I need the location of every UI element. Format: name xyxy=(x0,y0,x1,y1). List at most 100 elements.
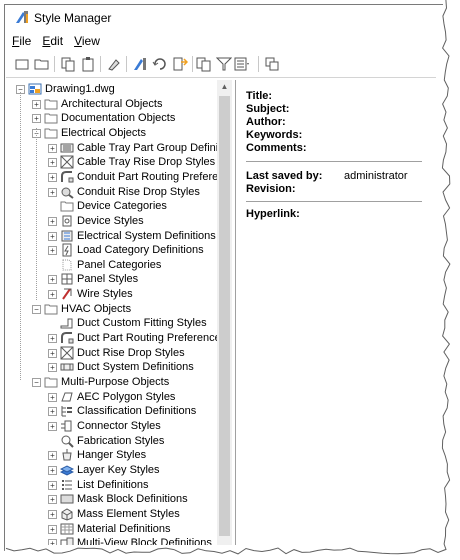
tree-item[interactable]: + Mask Block Definitions xyxy=(12,492,230,507)
tree-item[interactable]: + Layer Key Styles xyxy=(12,463,230,478)
open-icon[interactable] xyxy=(34,56,50,72)
tree-item-label: Device Categories xyxy=(77,200,167,213)
tree-item[interactable]: + Hanger Styles xyxy=(12,448,230,463)
tree-item[interactable]: Duct Custom Fitting Styles xyxy=(12,316,230,331)
expand-toggle-icon[interactable]: + xyxy=(32,99,41,109)
expand-toggle-icon[interactable]: + xyxy=(48,480,57,490)
expand-toggle-icon[interactable]: + xyxy=(48,407,57,417)
tree-item-label: Device Styles xyxy=(77,214,144,227)
title-bar[interactable]: Style Manager xyxy=(6,8,426,28)
expand-toggle-icon[interactable]: + xyxy=(48,275,57,285)
expand-toggle-icon[interactable]: + xyxy=(32,114,41,124)
style-tree[interactable]: − Drawing1.dwg + Architectural Objects + Docu… xyxy=(12,80,230,545)
toggle-view-icon[interactable] xyxy=(264,56,280,72)
tree-item-label: Hanger Styles xyxy=(77,449,147,462)
tree-item[interactable]: + Multi-View Block Definitions xyxy=(12,536,230,545)
style-manager-window: Style Manager File Edit View − Drawing1.dwg… xyxy=(0,0,460,560)
menu-file[interactable]: File xyxy=(12,34,31,48)
copy-icon[interactable] xyxy=(60,56,76,72)
expand-toggle-icon[interactable]: + xyxy=(48,334,57,344)
tree-item[interactable]: + Connector Styles xyxy=(12,419,230,434)
tree-item[interactable]: Panel Categories xyxy=(12,258,230,273)
pane-splitter[interactable] xyxy=(235,80,236,545)
tree-item-label: Conduit Rise Drop Styles xyxy=(77,185,200,198)
expand-toggle-icon[interactable]: + xyxy=(48,363,57,373)
tree-item[interactable]: + Electrical System Definitions xyxy=(12,229,230,244)
collapse-toggle-icon[interactable]: − xyxy=(32,304,41,314)
tree-item[interactable]: + List Definitions xyxy=(12,478,230,493)
expand-toggle-icon[interactable]: + xyxy=(48,539,57,545)
tree-item[interactable]: + Duct Part Routing Preferences xyxy=(12,331,230,346)
tree-item[interactable]: + Wire Styles xyxy=(12,287,230,302)
tree-item[interactable]: + Material Definitions xyxy=(12,522,230,537)
folder-icon xyxy=(44,302,58,316)
tree-item[interactable]: + Mass Element Styles xyxy=(12,507,230,522)
revision-label: Revision: xyxy=(246,183,296,195)
expand-toggle-icon[interactable]: + xyxy=(48,348,57,358)
expand-toggle-icon[interactable]: + xyxy=(48,216,57,226)
tree-item[interactable]: + Panel Styles xyxy=(12,272,230,287)
expand-toggle-icon[interactable]: + xyxy=(48,451,57,461)
tree-item[interactable]: + Device Styles xyxy=(12,214,230,229)
tree-item[interactable]: − Multi-Purpose Objects xyxy=(12,375,230,390)
purge-icon[interactable] xyxy=(106,56,122,72)
expand-toggle-icon[interactable]: + xyxy=(48,158,57,168)
tree-item-label: Load Category Definitions xyxy=(77,244,204,257)
tree-scrollbar[interactable]: ▲ xyxy=(217,80,232,545)
expand-toggle-icon[interactable]: + xyxy=(48,246,57,256)
expand-toggle-icon[interactable]: + xyxy=(48,465,57,475)
tree-item[interactable]: + Architectural Objects xyxy=(12,97,230,112)
import-icon[interactable] xyxy=(172,56,189,72)
tree-item[interactable]: − Drawing1.dwg xyxy=(12,82,230,97)
view-options-icon[interactable] xyxy=(234,56,250,72)
expand-toggle-icon[interactable]: + xyxy=(48,290,57,300)
tree-item-label: Layer Key Styles xyxy=(77,463,160,476)
new-icon[interactable] xyxy=(14,56,30,72)
last-saved-value: administrator xyxy=(344,170,408,182)
expand-toggle-icon[interactable]: + xyxy=(48,231,57,241)
expand-toggle-icon[interactable]: + xyxy=(48,509,57,519)
tree-item[interactable]: Fabrication Styles xyxy=(12,434,230,449)
tree-item[interactable]: + Duct System Definitions xyxy=(12,360,230,375)
scroll-thumb[interactable] xyxy=(219,96,230,536)
expand-toggle-icon[interactable]: + xyxy=(48,172,57,182)
edit-style-icon[interactable] xyxy=(132,56,148,72)
paste-icon[interactable] xyxy=(80,56,96,72)
expand-toggle-icon[interactable]: + xyxy=(48,524,57,534)
tree-item-label: Fabrication Styles xyxy=(77,434,165,447)
tree-item[interactable]: + Documentation Objects xyxy=(12,111,230,126)
tree-item[interactable]: − Electrical Objects xyxy=(12,126,230,141)
tree-item[interactable]: Device Categories xyxy=(12,199,230,214)
filter-icon[interactable] xyxy=(215,56,233,72)
menu-view[interactable]: View xyxy=(74,34,100,48)
tree-item[interactable]: + Cable Tray Rise Drop Styles xyxy=(12,155,230,170)
expand-toggle-icon[interactable]: + xyxy=(48,187,57,197)
tree-item[interactable]: + Cable Tray Part Group Definitions xyxy=(12,141,230,156)
tree-item[interactable]: + Conduit Part Routing Preferences xyxy=(12,170,230,185)
refresh-icon[interactable] xyxy=(152,56,168,72)
toolbar-separator xyxy=(258,56,259,72)
expand-toggle-icon[interactable]: + xyxy=(48,392,57,402)
tree-item[interactable]: + Load Category Definitions xyxy=(12,243,230,258)
tree-item[interactable]: + Conduit Rise Drop Styles xyxy=(12,185,230,200)
scroll-up-arrow-icon[interactable]: ▲ xyxy=(217,80,232,94)
tree-guide-line xyxy=(36,128,37,300)
toolbar-separator xyxy=(54,56,55,72)
style-manager-app-icon xyxy=(16,11,28,23)
folder-icon xyxy=(44,97,58,111)
window-title: Style Manager xyxy=(34,11,112,25)
filter-style-icon[interactable] xyxy=(196,56,212,72)
collapse-toggle-icon[interactable]: − xyxy=(32,378,41,387)
tree-item[interactable]: + AEC Polygon Styles xyxy=(12,390,230,405)
hyperlink-label[interactable]: Hyperlink: xyxy=(246,208,300,220)
expand-toggle-icon[interactable]: + xyxy=(48,421,57,431)
toolbar xyxy=(12,53,432,75)
expand-toggle-icon[interactable]: + xyxy=(48,495,57,505)
device-icon xyxy=(60,214,74,228)
tree-item[interactable]: + Duct Rise Drop Styles xyxy=(12,346,230,361)
expand-toggle-icon[interactable]: + xyxy=(48,143,57,153)
connector-icon xyxy=(60,419,74,433)
tree-item[interactable]: + Classification Definitions xyxy=(12,404,230,419)
tree-item[interactable]: − HVAC Objects xyxy=(12,302,230,317)
menu-edit[interactable]: Edit xyxy=(42,34,63,48)
